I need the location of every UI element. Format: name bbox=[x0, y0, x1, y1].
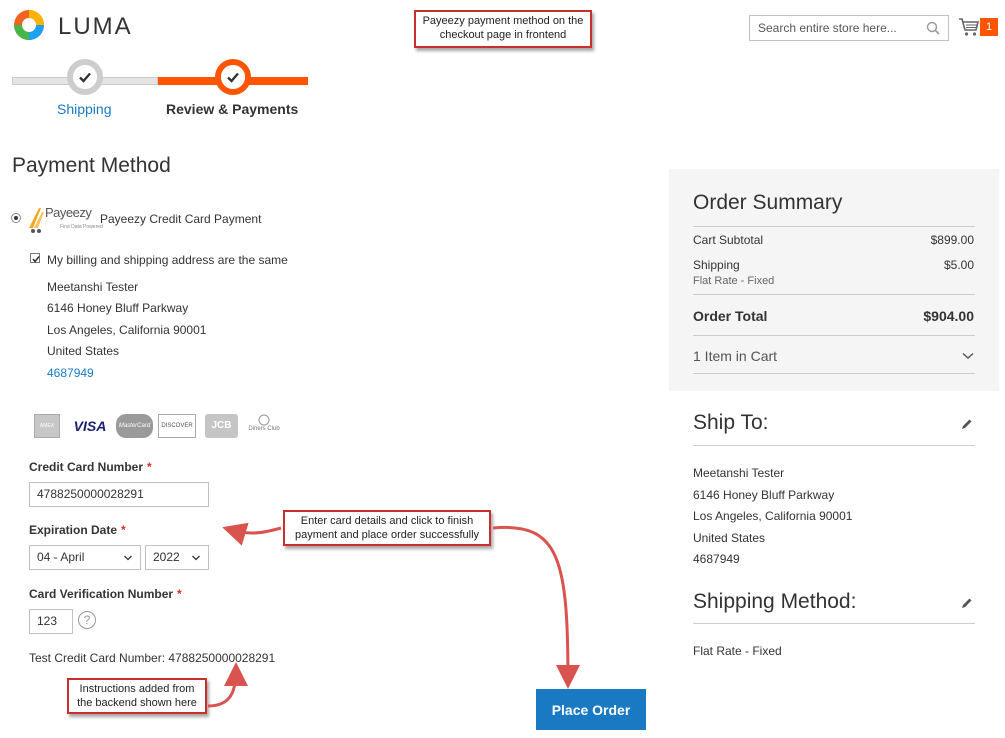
expiration-date-label: Expiration Date * bbox=[29, 523, 126, 537]
cvv-input[interactable]: 123 bbox=[29, 609, 73, 634]
shipping-label: Shipping bbox=[693, 258, 740, 272]
cc-number-label: Credit Card Number * bbox=[29, 460, 152, 474]
ship-to-title: Ship To: bbox=[693, 411, 769, 434]
exp-month-select[interactable]: 04 - April bbox=[29, 545, 141, 570]
search-placeholder: Search entire store here... bbox=[758, 21, 897, 35]
place-order-button[interactable]: Place Order bbox=[536, 689, 646, 730]
test-card-instructions: Test Credit Card Number: 478825000002829… bbox=[29, 651, 276, 665]
billing-phone-link[interactable]: 4687949 bbox=[47, 366, 94, 380]
diners-club-card-icon: Diners Club bbox=[247, 414, 281, 438]
chevron-down-icon[interactable] bbox=[962, 352, 974, 360]
cvv-help-icon[interactable]: ? bbox=[78, 611, 96, 629]
billing-street: 6146 Honey Bluff Parkway bbox=[47, 301, 189, 315]
payment-method-title: Payment Method bbox=[12, 154, 171, 177]
billing-same-checkbox[interactable] bbox=[30, 253, 40, 263]
order-total-label: Order Total bbox=[693, 308, 768, 324]
cart-icon[interactable] bbox=[958, 17, 980, 37]
items-in-cart-toggle[interactable]: 1 Item in Cart bbox=[693, 348, 777, 364]
callout-bottom: Instructions added from the backend show… bbox=[67, 678, 207, 714]
cc-number-input[interactable]: 4788250000028291 bbox=[29, 482, 209, 507]
callout-top: Payeezy payment method on the checkout p… bbox=[414, 10, 592, 48]
ship-to-city: Los Angeles, California 90001 bbox=[693, 509, 853, 523]
checkmark-icon bbox=[32, 256, 40, 263]
luma-logo-text[interactable]: LUMA bbox=[58, 13, 133, 41]
shipping-method-sub: Flat Rate - Fixed bbox=[693, 275, 775, 287]
ship-to-phone-link[interactable]: 4687949 bbox=[693, 552, 740, 566]
chevron-down-icon bbox=[124, 555, 132, 561]
divider bbox=[693, 445, 975, 446]
payeezy-logo-text: Payeezy bbox=[45, 205, 92, 220]
chevron-down-icon bbox=[192, 555, 200, 561]
subtotal-value: $899.00 bbox=[930, 233, 974, 247]
billing-same-label[interactable]: My billing and shipping address are the … bbox=[47, 253, 288, 267]
shipping-method-value: Flat Rate - Fixed bbox=[693, 644, 782, 658]
search-input[interactable]: Search entire store here... bbox=[749, 15, 949, 41]
ship-to-country: United States bbox=[693, 531, 766, 545]
visa-card-icon: VISA bbox=[73, 418, 107, 434]
order-total-value: $904.00 bbox=[923, 308, 974, 324]
divider bbox=[693, 226, 975, 227]
payeezy-logo-sub: First Data Powered bbox=[60, 224, 103, 230]
payeezy-radio[interactable] bbox=[11, 213, 21, 223]
mastercard-card-icon: MasterCard bbox=[116, 414, 153, 438]
callout-middle: Enter card details and click to finish p… bbox=[283, 510, 491, 546]
step-review-indicator bbox=[215, 59, 251, 95]
divider bbox=[693, 373, 975, 374]
payeezy-logo: Payeezy First Data Powered bbox=[27, 204, 103, 234]
divider bbox=[693, 294, 975, 295]
divider bbox=[693, 335, 975, 336]
discover-card-icon: DISCOVER bbox=[158, 414, 196, 438]
cart-count-badge[interactable]: 1 bbox=[980, 18, 998, 36]
checkmark-icon bbox=[79, 72, 91, 83]
exp-year-select[interactable]: 2022 bbox=[145, 545, 209, 570]
ship-to-name: Meetanshi Tester bbox=[693, 466, 785, 480]
subtotal-label: Cart Subtotal bbox=[693, 233, 764, 247]
step-shipping-indicator[interactable] bbox=[67, 59, 103, 95]
billing-city: Los Angeles, California 90001 bbox=[47, 323, 207, 337]
checkmark-icon bbox=[227, 72, 239, 83]
cvv-label: Card Verification Number * bbox=[29, 587, 182, 601]
ship-to-street: 6146 Honey Bluff Parkway bbox=[693, 488, 835, 502]
shipping-value: $5.00 bbox=[943, 258, 974, 272]
shipping-method-title: Shipping Method: bbox=[693, 590, 857, 613]
step-shipping-label[interactable]: Shipping bbox=[57, 101, 112, 117]
billing-name: Meetanshi Tester bbox=[47, 280, 139, 294]
payeezy-method-label[interactable]: Payeezy Credit Card Payment bbox=[100, 212, 261, 226]
order-summary-title: Order Summary bbox=[693, 191, 843, 214]
jcb-card-icon: JCB bbox=[205, 414, 238, 438]
amex-card-icon: AMEX bbox=[34, 414, 60, 438]
edit-pencil-icon[interactable] bbox=[961, 597, 973, 609]
divider bbox=[693, 623, 975, 624]
luma-logo-icon[interactable] bbox=[12, 8, 46, 42]
edit-pencil-icon[interactable] bbox=[961, 418, 973, 430]
billing-country: United States bbox=[47, 344, 120, 358]
search-icon[interactable] bbox=[926, 21, 940, 35]
step-review-label: Review & Payments bbox=[166, 101, 299, 117]
